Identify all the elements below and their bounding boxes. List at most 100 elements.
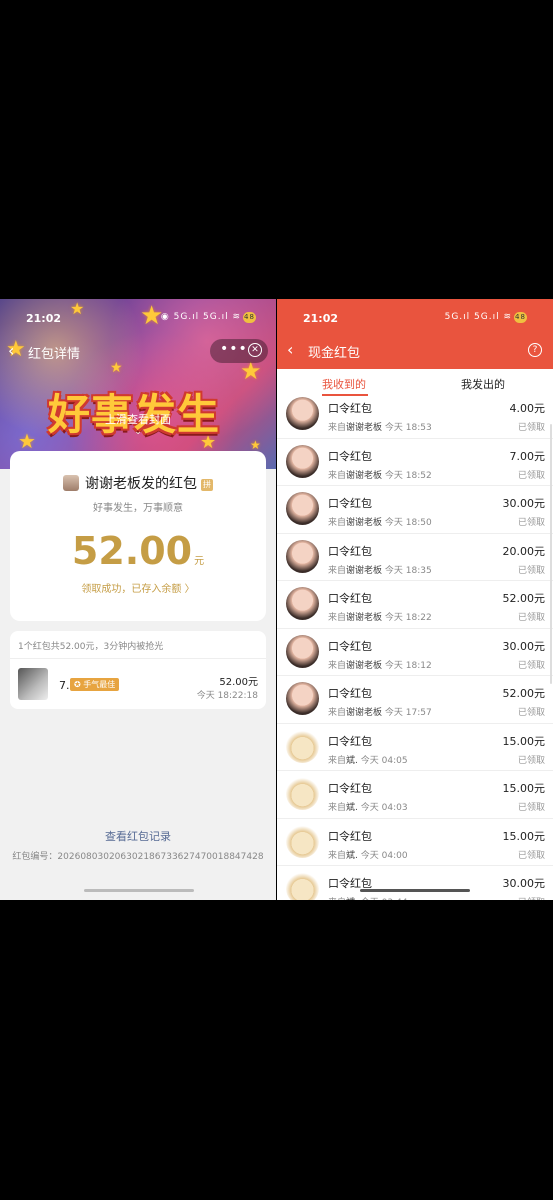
close-icon[interactable]: ✕ xyxy=(248,343,262,357)
pin-badge: 拼 xyxy=(201,479,213,491)
packet-source: 来自谢谢老板 今天 18:53 xyxy=(328,423,432,433)
received-list: 口令红包 来自谢谢老板 今天 18:53 4.00元 已领取 口令红包 来自谢谢老板 今天… xyxy=(277,391,553,900)
list-item[interactable]: 口令红包 来自谢谢老板 今天 18:12 30.00元 已领取 xyxy=(277,628,553,676)
receiver-time: 今天 18:22:18 xyxy=(196,691,258,701)
list-item[interactable]: 口令红包 来自谢谢老板 今天 17:57 52.00元 已领取 xyxy=(277,676,553,724)
packet-amount: 30.00元 xyxy=(502,497,546,510)
packet-status: 已领取 xyxy=(518,895,545,900)
amount-value: 52.00 xyxy=(71,529,193,573)
packet-status: 已领取 xyxy=(517,613,545,623)
list-item[interactable]: 口令红包来自谢谢老板 今天 18:22 52.00元已领取 xyxy=(277,581,553,629)
help-icon[interactable]: ? xyxy=(528,343,542,357)
list-item[interactable]: 口令红包来自斌. 今天 04:03 15.00元已领取 xyxy=(277,771,553,819)
packet-name: 口令红包 xyxy=(328,687,372,700)
battery-icon: 48 xyxy=(514,312,527,323)
list-item[interactable]: 口令红包 来自谢谢老板 今天 18:50 30.00元 已领取 xyxy=(277,486,553,534)
packet-status: 已领取 xyxy=(517,470,545,481)
signal-icons: 5G.ıl 5G.ıl ≋ 48 xyxy=(444,312,527,323)
list-item[interactable]: 口令红包 来自谢谢老板 今天 18:35 20.00元 已领取 xyxy=(277,533,553,581)
packet-source: 来自谢谢老板 今天 17:57 xyxy=(328,708,432,718)
packet-status: 已领取 xyxy=(517,850,545,861)
receiver-avatar[interactable] xyxy=(18,668,48,700)
packet-amount: 30.00元 xyxy=(502,877,546,890)
receiver-amount: 52.00元 xyxy=(219,677,258,688)
packet-source: 来自谢谢老板 今天 18:12 xyxy=(328,660,432,671)
packet-amount: 4.00元 xyxy=(509,402,546,415)
packet-name: 口令红包 xyxy=(328,592,372,605)
receiver-name: 7. xyxy=(59,679,70,692)
amount-unit: 元 xyxy=(194,556,205,567)
packet-source: 来自谢谢老板 今天 18:52 xyxy=(328,470,432,481)
list-item[interactable]: 口令红包 来自谢谢老板 今天 18:53 4.00元 已领取 xyxy=(277,391,553,439)
receivers-card: 1个红包共52.00元，3分钟内被抢光 7. ✪ 手气最佳 52.00元 今天 … xyxy=(10,631,266,709)
red-packet-card: 谢谢老板发的红包拼 好事发生，万事顺意 52.00 元 领取成功，已存入余额 〉 xyxy=(10,451,266,621)
best-luck-badge: ✪ 手气最佳 xyxy=(70,678,120,691)
sender-avatar xyxy=(286,872,319,900)
view-cover-hint[interactable]: 上滑查看封面 xyxy=(0,411,276,427)
packet-source: 来自斌. 今天 04:05 xyxy=(328,755,408,766)
tab-sent[interactable]: 我发出的 xyxy=(461,376,505,392)
signal-icons: ◉ 5G.ıl 5G.ıl ≋ 48 xyxy=(160,312,256,323)
sender-avatar xyxy=(286,492,319,525)
back-icon[interactable]: ‹ xyxy=(8,341,14,360)
packet-amount: 20.00元 xyxy=(502,544,546,558)
header: 21:02 5G.ıl 5G.ıl ≋ 48 ‹ 现金红包 ? xyxy=(277,299,553,369)
home-indicator xyxy=(84,889,194,892)
star-icon: ★ xyxy=(250,438,261,452)
sender-avatar xyxy=(286,682,319,715)
list-item[interactable]: 口令红包 来自斌. 今天 04:05 15.00元 已领取 xyxy=(277,723,553,771)
packet-source: 来自谢谢老板 今天 18:35 xyxy=(328,565,432,576)
sender-line: 谢谢老板发的红包拼 xyxy=(10,473,266,493)
packet-source: 来自谢谢老板 今天 18:50 xyxy=(328,518,432,528)
page-title: 现金红包 xyxy=(308,346,361,361)
packet-amount: 15.00元 xyxy=(502,734,546,748)
chevron-down-icon[interactable]: ⌄ xyxy=(0,427,276,437)
scrollbar[interactable] xyxy=(550,424,552,684)
packet-name: 口令红包 xyxy=(328,734,372,748)
packet-name: 口令红包 xyxy=(328,449,372,463)
view-records-link[interactable]: 查看红包记录 xyxy=(0,828,276,844)
star-icon: ★ xyxy=(110,360,123,376)
sender-avatar xyxy=(63,475,79,491)
top-nav: ‹ 红包详情 ••• ✕ xyxy=(0,339,276,363)
sender-avatar xyxy=(286,777,319,810)
packet-status: 已领取 xyxy=(517,660,545,671)
cover-banner[interactable]: ★ ★ ★ ★ ★ ★ ★ ★ 21:02 ◉ 5G.ıl 5G.ıl ≋ 48 … xyxy=(0,299,276,469)
divider xyxy=(10,658,266,659)
more-icon[interactable]: ••• xyxy=(220,341,248,357)
packet-source: 来自斌. 今天 04:00 xyxy=(328,850,408,861)
tab-received[interactable]: 我收到的 xyxy=(322,376,366,392)
sender-avatar xyxy=(286,587,319,620)
packet-amount: 30.00元 xyxy=(502,639,546,653)
packet-status: 已领取 xyxy=(517,803,545,813)
battery-icon: 48 xyxy=(243,312,256,323)
home-indicator xyxy=(360,889,470,892)
packet-source: 来自斌. 今天 03:44 xyxy=(328,895,408,900)
sender-avatar xyxy=(286,824,319,858)
packet-name: 口令红包 xyxy=(328,497,372,510)
packet-amount: 52.00元 xyxy=(502,687,546,700)
back-icon[interactable]: ‹ xyxy=(287,340,293,359)
packet-amount: 7.00元 xyxy=(509,449,546,463)
packet-name: 口令红包 xyxy=(328,402,372,415)
cash-red-packet-screen: 口令红包 来自谢谢老板 今天 18:53 4.00元 已领取 口令红包 来自谢谢老板 今天… xyxy=(277,299,553,900)
packet-name: 口令红包 xyxy=(328,829,372,843)
red-packet-detail-screen: ★ ★ ★ ★ ★ ★ ★ ★ 21:02 ◉ 5G.ıl 5G.ıl ≋ 48 … xyxy=(0,299,276,900)
status-time: 21:02 xyxy=(26,312,62,325)
packet-amount: 15.00元 xyxy=(502,829,546,843)
sender-avatar xyxy=(286,634,319,668)
packet-source: 来自谢谢老板 今天 18:22 xyxy=(328,613,432,623)
list-item[interactable]: 口令红包来自谢谢老板 今天 18:52 7.00元已领取 xyxy=(277,438,553,486)
blessing-text: 好事发生，万事顺意 xyxy=(93,503,183,514)
page-title: 红包详情 xyxy=(28,347,81,362)
list-item[interactable]: 口令红包来自斌. 今天 04:00 15.00元已领取 xyxy=(277,818,553,866)
packet-serial: 红包编号：20260803020630218673362747001884742… xyxy=(12,852,264,862)
packet-amount: 52.00元 xyxy=(502,592,546,605)
packet-name: 口令红包 xyxy=(328,782,372,795)
packet-source: 来自斌. 今天 04:03 xyxy=(328,803,408,813)
status-bar: 21:02 ◉ 5G.ıl 5G.ıl ≋ 48 xyxy=(0,311,276,327)
packet-amount: 15.00元 xyxy=(502,782,546,795)
list-item[interactable]: 口令红包来自斌. 今天 03:4430.00元已领取 xyxy=(277,866,553,900)
deposit-status-link[interactable]: 领取成功，已存入余额 〉 xyxy=(10,580,266,595)
packet-name: 口令红包 xyxy=(328,544,372,558)
